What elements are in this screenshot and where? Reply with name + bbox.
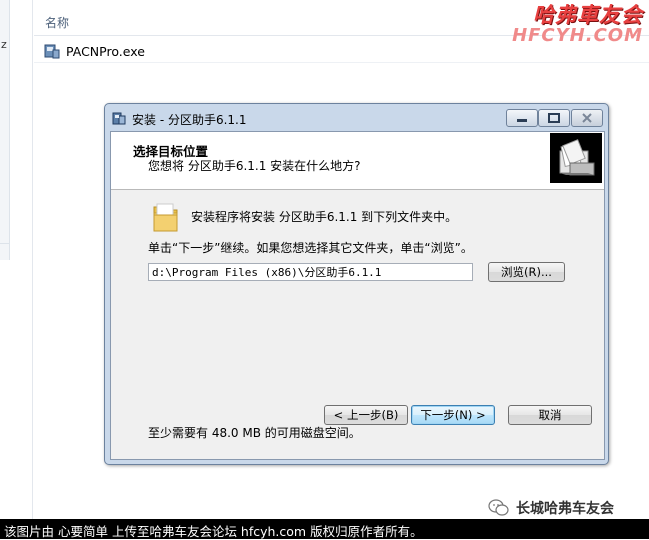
install-description: 安装程序将安装 分区助手6.1.1 到下列文件夹中。 (191, 210, 458, 224)
disk-space-note: 至少需要有 48.0 MB 的可用磁盘空间。 (148, 426, 361, 440)
maximize-icon (548, 113, 560, 123)
back-button[interactable]: < 上一步(B) (324, 405, 408, 425)
caption-bar: 该图片由 心要简单 上传至哈弗车友会论坛 hfcyh.com 版权归原作者所有。 (0, 519, 649, 539)
file-item[interactable]: PACNPro.exe (44, 40, 145, 62)
wizard-header: 选择目标位置 您想将 分区助手6.1.1 安装在什么地方? (111, 132, 604, 190)
column-divider (32, 0, 33, 520)
wechat-label: 长城哈弗车友会 (516, 501, 614, 517)
navigation-pane: z (0, 0, 10, 260)
page-subtitle: 您想将 分区助手6.1.1 安装在什么地方? (148, 159, 361, 173)
browse-instruction: 单击“下一步”继续。如果您想选择其它文件夹，单击“浏览”。 (148, 241, 473, 255)
nav-fragment: z (1, 38, 7, 51)
watermark-line2: HFCYH.COM (512, 25, 643, 46)
setup-logo-icon (550, 133, 602, 183)
dialog-title: 安装 - 分区助手6.1.1 (132, 113, 247, 127)
close-icon (582, 113, 592, 123)
row-divider (34, 62, 649, 63)
minimize-button[interactable] (506, 109, 538, 127)
setup-app-icon (112, 112, 126, 125)
minimize-icon (517, 119, 527, 122)
next-button[interactable]: 下一步(N) > (411, 405, 495, 425)
maximize-button[interactable] (538, 109, 570, 127)
close-button[interactable] (571, 109, 603, 127)
cancel-button[interactable]: 取消 (508, 405, 592, 425)
column-header-label: 名称 (45, 16, 70, 30)
caption-text: 该图片由 心要简单 上传至哈弗车友会论坛 hfcyh.com 版权归原作者所有。 (4, 524, 423, 539)
folder-icon (153, 203, 178, 232)
installer-file-icon (44, 44, 60, 59)
install-path-input[interactable]: d:\Program Files (x86)\分区助手6.1.1 (148, 263, 473, 281)
wechat-icon (488, 499, 509, 516)
browse-button[interactable]: 浏览(R)... (488, 262, 565, 282)
nav-divider (0, 243, 9, 244)
watermark-logo: 哈弗車友会 HFCYH.COM (512, 4, 643, 46)
watermark-line1: 哈弗車友会 (533, 3, 643, 27)
setup-dialog: 安装 - 分区助手6.1.1 选择目标位置 您想将 分区助手6.1.1 安装在什… (104, 103, 609, 465)
dialog-titlebar[interactable]: 安装 - 分区助手6.1.1 (105, 104, 608, 132)
file-name: PACNPro.exe (66, 43, 145, 59)
wechat-account-badge: 长城哈弗车友会 (488, 498, 614, 518)
